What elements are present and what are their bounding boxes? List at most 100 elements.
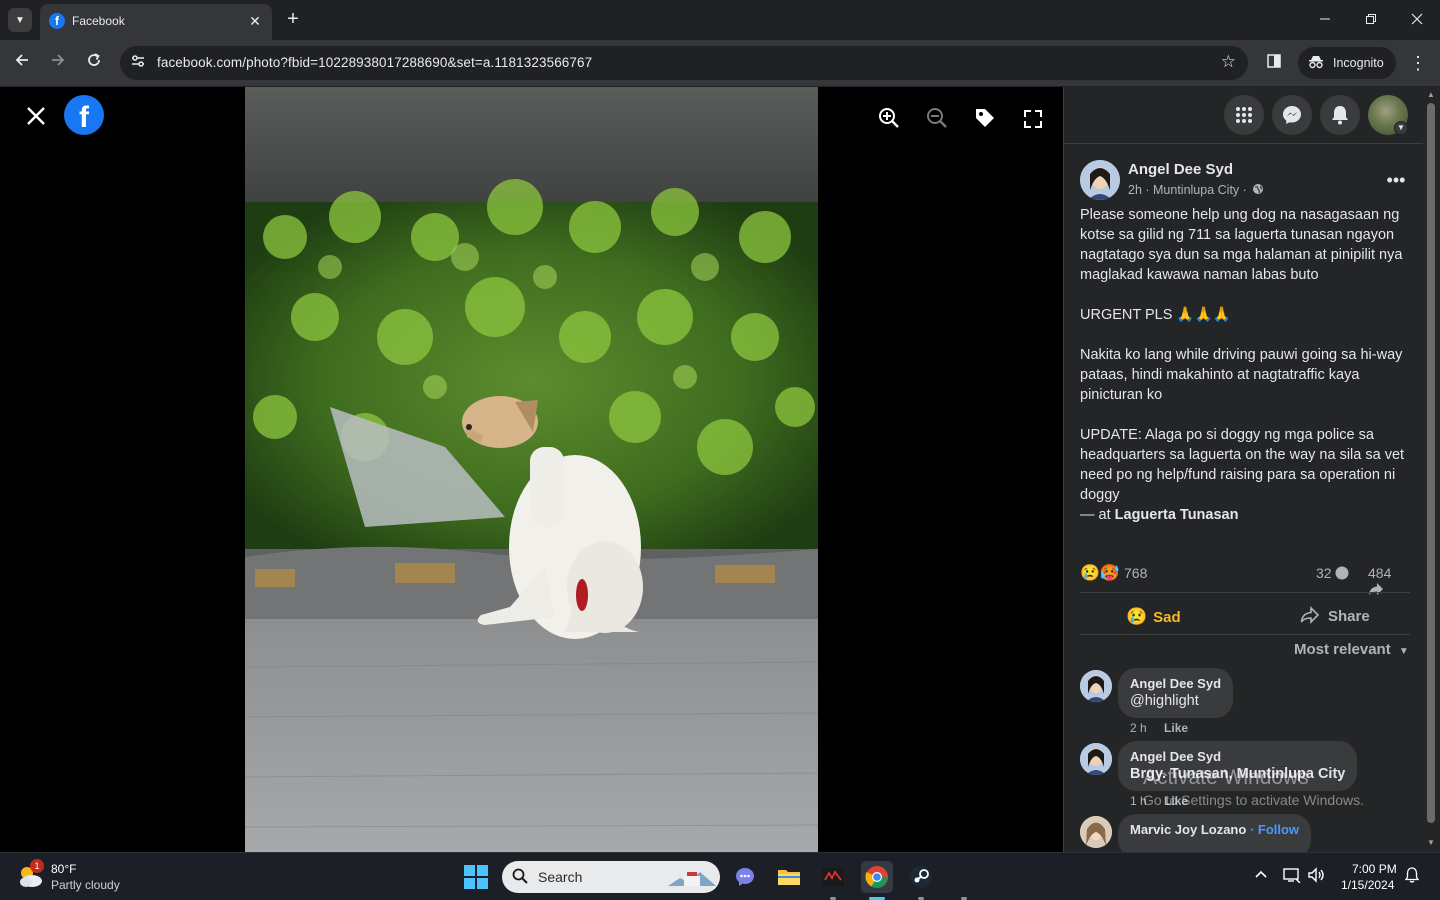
- menu-grid-button[interactable]: [1224, 95, 1264, 135]
- game-app[interactable]: [817, 861, 849, 893]
- tab-search-button[interactable]: ▼: [8, 8, 32, 32]
- side-panel-scrollbar[interactable]: ▲ ▼: [1423, 87, 1440, 852]
- comment-item: Marvic Joy Lozano · Follow: [1080, 814, 1420, 852]
- back-button[interactable]: [9, 50, 35, 76]
- weather-temperature[interactable]: 80°F: [51, 862, 76, 876]
- chat-icon: [736, 868, 754, 886]
- comment-sort-dropdown[interactable]: Most relevant ▼: [1294, 641, 1409, 658]
- tray-overflow-chevron-icon[interactable]: [1254, 867, 1268, 884]
- scrollbar-thumb[interactable]: [1427, 103, 1435, 823]
- zoom-in-icon: [879, 108, 899, 128]
- tab-close-icon[interactable]: ✕: [246, 12, 264, 30]
- site-info-icon[interactable]: [128, 53, 148, 73]
- post-stats: 😢🥵 768 32 484: [1080, 563, 1410, 595]
- comment-icon: [1335, 566, 1349, 580]
- close-window-icon: [1411, 13, 1423, 25]
- address-bar[interactable]: facebook.com/photo?fbid=1022893801728869…: [120, 46, 1248, 80]
- url-text[interactable]: facebook.com/photo?fbid=1022893801728869…: [157, 55, 592, 70]
- sad-reaction-button[interactable]: 😢 Sad: [1126, 602, 1181, 632]
- post-location: — at Laguerta Tunasan: [1080, 505, 1414, 525]
- comment-time[interactable]: 2 h: [1130, 721, 1147, 735]
- post-paragraph: Nakita ko lang while driving pauwi going…: [1080, 347, 1403, 403]
- account-chevron-icon[interactable]: ▼: [1394, 121, 1408, 135]
- browser-tab-facebook[interactable]: f Facebook ✕: [40, 4, 272, 40]
- chrome-icon: [865, 866, 888, 888]
- close-window-button[interactable]: [1403, 6, 1431, 34]
- file-explorer-app[interactable]: [773, 861, 805, 893]
- reaction-count[interactable]: 768: [1124, 565, 1147, 581]
- grid-icon: [1236, 107, 1252, 123]
- post-paragraph: Please someone help ung dog na nasagasaa…: [1080, 207, 1403, 283]
- post-header: Angel Dee Syd 2h · Muntinlupa City · •••: [1080, 160, 1425, 200]
- commenter-avatar[interactable]: [1080, 816, 1112, 848]
- author-avatar[interactable]: [1080, 160, 1120, 200]
- post-author-name[interactable]: Angel Dee Syd: [1128, 161, 1233, 178]
- windows-start-button[interactable]: [464, 865, 488, 889]
- bell-icon: [1332, 106, 1348, 125]
- commenter-avatar[interactable]: [1080, 743, 1112, 775]
- share-icon: [1300, 606, 1320, 624]
- minimize-button[interactable]: [1311, 6, 1339, 34]
- clock-date[interactable]: 1/15/2024: [1341, 878, 1394, 892]
- windows-taskbar: 1 80°F Partly cloudy Search 7:00 PM 1/15…: [0, 852, 1440, 900]
- reaction-icons[interactable]: 😢🥵: [1080, 563, 1120, 583]
- fullscreen-icon: [1024, 110, 1042, 128]
- teams-chat-app[interactable]: [729, 861, 761, 893]
- photo-viewer: f: [0, 87, 1063, 852]
- tag-icon: [976, 109, 994, 127]
- bookmark-star-icon[interactable]: ☆: [1221, 52, 1236, 72]
- facebook-logo-icon[interactable]: f: [64, 95, 104, 135]
- commenter-avatar[interactable]: [1080, 670, 1112, 702]
- network-icon[interactable]: [1283, 867, 1301, 886]
- share-count-value: 484: [1368, 565, 1392, 581]
- comment-meta: 2 h Like: [1130, 721, 1202, 735]
- weather-badge: 1: [30, 859, 44, 873]
- scroll-up-icon[interactable]: ▲: [1426, 90, 1436, 100]
- post-paragraph: UPDATE: Alaga po si doggy ng mga police …: [1080, 427, 1405, 503]
- location-link[interactable]: Laguerta Tunasan: [1115, 507, 1239, 523]
- incognito-icon: [1308, 55, 1324, 72]
- restore-icon: [1366, 14, 1376, 24]
- zoom-out-button[interactable]: [922, 107, 952, 137]
- share-button[interactable]: Share: [1300, 602, 1370, 632]
- post-options-button[interactable]: •••: [1382, 166, 1410, 194]
- commenter-name[interactable]: Angel Dee Syd: [1130, 748, 1345, 765]
- clock-time[interactable]: 7:00 PM: [1352, 862, 1397, 876]
- scroll-down-icon[interactable]: ▼: [1426, 838, 1436, 848]
- comment-text[interactable]: @highlight: [1130, 692, 1221, 711]
- close-viewer-button[interactable]: [22, 103, 50, 131]
- tag-photo-button[interactable]: [970, 107, 1000, 137]
- taskbar-search-box[interactable]: Search: [502, 861, 720, 893]
- new-tab-button[interactable]: +: [282, 8, 304, 30]
- incognito-indicator[interactable]: Incognito: [1298, 47, 1396, 79]
- reload-button[interactable]: [81, 50, 107, 76]
- zoom-in-button[interactable]: [874, 107, 904, 137]
- notifications-button[interactable]: [1320, 95, 1360, 135]
- chrome-app[interactable]: [861, 861, 893, 893]
- commenter-name[interactable]: Angel Dee Syd: [1130, 675, 1221, 692]
- comment-count[interactable]: 32: [1316, 565, 1349, 581]
- weather-condition[interactable]: Partly cloudy: [51, 878, 120, 892]
- notification-bell-icon[interactable]: [1404, 867, 1420, 886]
- fullscreen-button[interactable]: [1018, 107, 1048, 137]
- volume-icon[interactable]: [1308, 867, 1326, 886]
- forward-button[interactable]: [45, 50, 71, 76]
- side-panel-button[interactable]: [1263, 52, 1285, 74]
- comment-bubble: Marvic Joy Lozano · Follow: [1118, 814, 1312, 852]
- post-text: Please someone help ung dog na nasagasaa…: [1080, 205, 1414, 525]
- comment-like-button[interactable]: Like: [1164, 721, 1188, 735]
- share-arrow-icon: [1369, 583, 1383, 595]
- divider: [1080, 592, 1410, 593]
- messenger-button[interactable]: [1272, 95, 1312, 135]
- restore-button[interactable]: [1357, 6, 1385, 34]
- follow-button[interactable]: · Follow: [1250, 822, 1299, 837]
- sort-label: Most relevant: [1294, 641, 1391, 658]
- facebook-favicon-icon: f: [49, 13, 65, 29]
- post-time-location[interactable]: 2h · Muntinlupa City ·: [1128, 183, 1247, 197]
- commenter-name[interactable]: Marvic Joy Lozano: [1130, 822, 1246, 837]
- post-photo: [245, 87, 818, 852]
- browser-menu-button[interactable]: ⋮: [1406, 50, 1430, 76]
- tab-title: Facebook: [72, 14, 125, 28]
- steam-app[interactable]: [905, 861, 937, 893]
- minimize-icon: [1320, 18, 1330, 20]
